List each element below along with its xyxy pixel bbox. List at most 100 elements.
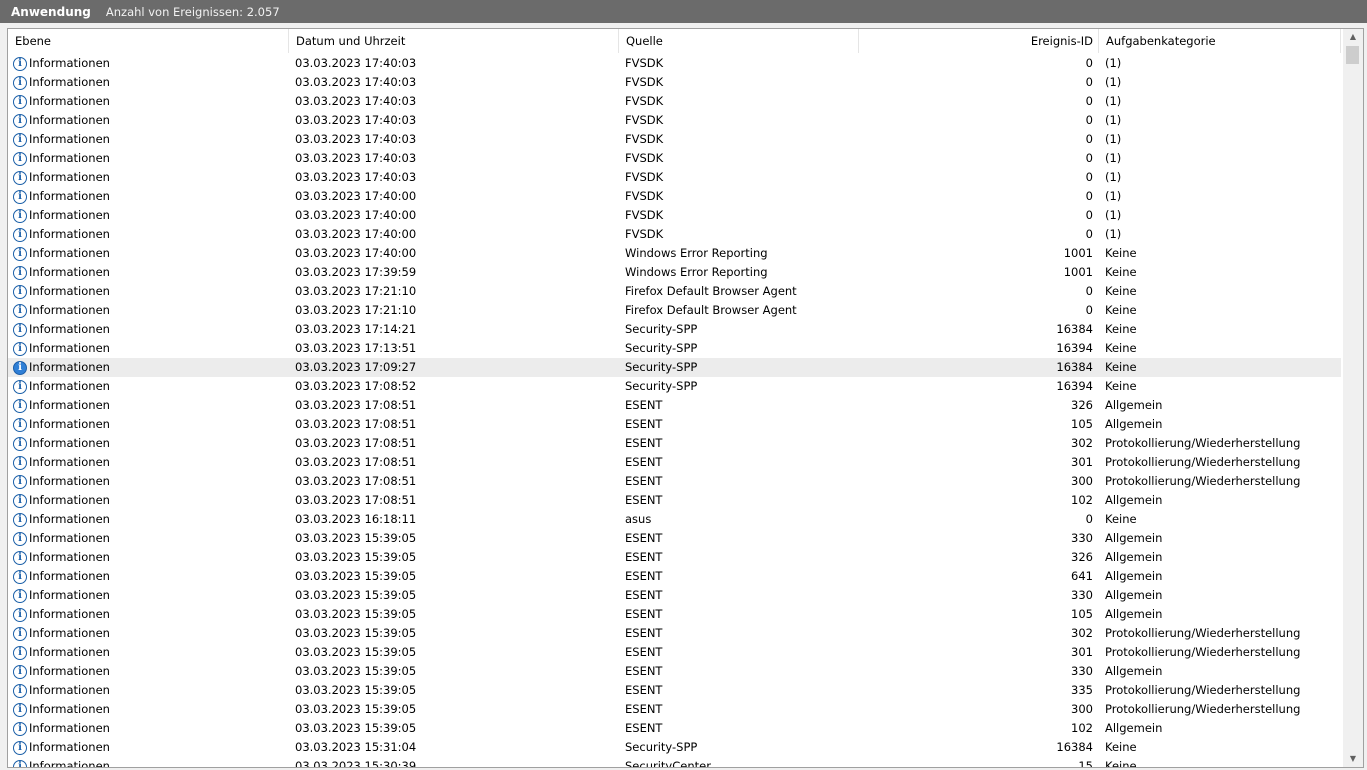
table-row[interactable]: i Informationen 03.03.2023 17:08:52 Securit…	[8, 377, 1341, 396]
level-label: Informationen	[29, 246, 110, 260]
table-row[interactable]: i Informationen 03.03.2023 17:21:10 Firefox…	[8, 301, 1341, 320]
level-cell: i Informationen	[13, 320, 288, 339]
table-row[interactable]: i Informationen 03.03.2023 15:30:39 Securit…	[8, 757, 1341, 768]
level-label: Informationen	[29, 303, 110, 317]
scrollbar-thumb[interactable]	[1346, 46, 1359, 64]
table-row[interactable]: i Informationen 03.03.2023 17:40:00 FVSDK 0 (…	[8, 206, 1341, 225]
event-id-cell: 16384	[1056, 740, 1093, 754]
table-row[interactable]: i Informationen 03.03.2023 17:40:03 FVSDK 0 (…	[8, 149, 1341, 168]
table-row[interactable]: i Informationen 03.03.2023 15:39:05 ESENT 33…	[8, 662, 1341, 681]
date-cell: 03.03.2023 17:40:03	[295, 56, 417, 70]
date-cell: 03.03.2023 15:30:39	[295, 759, 417, 768]
table-row[interactable]: i Informationen 03.03.2023 17:40:03 FVSDK 0 (…	[8, 111, 1341, 130]
source-cell: ESENT	[625, 531, 663, 545]
date-cell: 03.03.2023 17:40:03	[295, 94, 417, 108]
date-cell: 03.03.2023 17:21:10	[295, 303, 417, 317]
category-cell: Keine	[1105, 740, 1137, 754]
source-cell: Security-SPP	[625, 740, 698, 754]
info-icon: i	[13, 56, 27, 71]
table-row[interactable]: i Informationen 03.03.2023 17:39:59 Windows…	[8, 263, 1341, 282]
table-row[interactable]: i Informationen 03.03.2023 17:13:51 Securit…	[8, 339, 1341, 358]
level-label: Informationen	[29, 170, 110, 184]
source-cell: FVSDK	[625, 227, 664, 241]
table-row[interactable]: i Informationen 03.03.2023 17:08:51 ESENT 32…	[8, 396, 1341, 415]
table-row[interactable]: i Informationen 03.03.2023 15:39:05 ESENT 32…	[8, 548, 1341, 567]
category-cell: Protokollierung/Wiederherstellung	[1105, 626, 1301, 640]
info-icon: i	[13, 284, 27, 299]
category-cell: Allgemein	[1105, 569, 1163, 583]
table-row[interactable]: i Informationen 03.03.2023 17:40:03 FVSDK 0 (…	[8, 54, 1341, 73]
table-row[interactable]: i Informationen 03.03.2023 17:40:00 FVSDK 0 (…	[8, 225, 1341, 244]
source-cell: Security-SPP	[625, 379, 698, 393]
info-icon: i	[13, 474, 27, 489]
table-row[interactable]: i Informationen 03.03.2023 15:39:05 ESENT 30…	[8, 643, 1341, 662]
table-row[interactable]: i Informationen 03.03.2023 17:08:51 ESENT 30…	[8, 472, 1341, 491]
arrow-up-icon[interactable]: ▲	[1343, 29, 1363, 45]
level-label: Informationen	[29, 227, 110, 241]
table-row[interactable]: i Informationen 03.03.2023 15:31:04 Securit…	[8, 738, 1341, 757]
event-id-cell: 330	[1071, 531, 1093, 545]
table-row[interactable]: i Informationen 03.03.2023 17:40:00 FVSDK 0 (…	[8, 187, 1341, 206]
level-cell: i Informationen	[13, 567, 288, 586]
table-row[interactable]: i Informationen 03.03.2023 15:39:05 ESENT 64…	[8, 567, 1341, 586]
arrow-down-icon[interactable]: ▼	[1343, 751, 1363, 767]
column-header-date[interactable]: Datum und Uhrzeit	[289, 29, 619, 53]
level-cell: i Informationen	[13, 719, 288, 738]
category-cell: (1)	[1105, 132, 1122, 146]
info-icon: i	[13, 588, 27, 603]
level-label: Informationen	[29, 379, 110, 393]
source-cell: FVSDK	[625, 113, 664, 127]
category-cell: Keine	[1105, 759, 1137, 768]
table-row[interactable]: i Informationen 03.03.2023 17:14:21 Securit…	[8, 320, 1341, 339]
table-row[interactable]: i Informationen 03.03.2023 17:40:03 FVSDK 0 (…	[8, 92, 1341, 111]
date-cell: 03.03.2023 17:08:51	[295, 493, 417, 507]
vertical-scrollbar[interactable]: ▲ ▼	[1343, 29, 1363, 767]
event-id-cell: 16394	[1056, 379, 1093, 393]
table-row[interactable]: i Informationen 03.03.2023 15:39:05 ESENT 33…	[8, 681, 1341, 700]
date-cell: 03.03.2023 17:40:00	[295, 246, 417, 260]
date-cell: 03.03.2023 15:39:05	[295, 683, 417, 697]
event-id-cell: 102	[1071, 721, 1093, 735]
table-row[interactable]: i Informationen 03.03.2023 15:39:05 ESENT 10…	[8, 719, 1341, 738]
table-row[interactable]: i Informationen 03.03.2023 15:39:05 ESENT 30…	[8, 700, 1341, 719]
column-header-category[interactable]: Aufgabenkategorie	[1099, 29, 1341, 53]
info-icon: i	[13, 417, 27, 432]
table-row[interactable]: i Informationen 03.03.2023 17:08:51 ESENT 30…	[8, 434, 1341, 453]
table-row[interactable]: i Informationen 03.03.2023 17:09:27 Securit…	[8, 358, 1341, 377]
category-cell: (1)	[1105, 189, 1122, 203]
table-row[interactable]: i Informationen 03.03.2023 17:40:03 FVSDK 0 (…	[8, 168, 1341, 187]
source-cell: FVSDK	[625, 75, 664, 89]
table-row[interactable]: i Informationen 03.03.2023 15:39:05 ESENT 30…	[8, 624, 1341, 643]
table-row[interactable]: i Informationen 03.03.2023 17:08:51 ESENT 10…	[8, 491, 1341, 510]
column-header-event-id[interactable]: Ereignis-ID	[859, 29, 1099, 53]
column-header-level[interactable]: Ebene	[8, 29, 289, 53]
source-cell: FVSDK	[625, 132, 664, 146]
table-row[interactable]: i Informationen 03.03.2023 17:40:03 FVSDK 0 (…	[8, 73, 1341, 92]
level-cell: i Informationen	[13, 339, 288, 358]
table-row[interactable]: i Informationen 03.03.2023 15:39:05 ESENT 33…	[8, 586, 1341, 605]
title-bar: Anwendung Anzahl von Ereignissen: 2.057	[0, 0, 1367, 23]
level-cell: i Informationen	[13, 643, 288, 662]
table-row[interactable]: i Informationen 03.03.2023 17:08:51 ESENT 10…	[8, 415, 1341, 434]
category-cell: (1)	[1105, 113, 1122, 127]
level-cell: i Informationen	[13, 605, 288, 624]
date-cell: 03.03.2023 15:39:05	[295, 664, 417, 678]
info-icon: i	[13, 569, 27, 584]
table-row[interactable]: i Informationen 03.03.2023 17:21:10 Firefox…	[8, 282, 1341, 301]
level-cell: i Informationen	[13, 263, 288, 282]
info-icon: i	[13, 626, 27, 641]
table-row[interactable]: i Informationen 03.03.2023 15:39:05 ESENT 10…	[8, 605, 1341, 624]
date-cell: 03.03.2023 15:39:05	[295, 550, 417, 564]
table-row[interactable]: i Informationen 03.03.2023 15:39:05 ESENT 33…	[8, 529, 1341, 548]
table-row[interactable]: i Informationen 03.03.2023 17:08:51 ESENT 30…	[8, 453, 1341, 472]
table-row[interactable]: i Informationen 03.03.2023 16:18:11 asus 0 Ke…	[8, 510, 1341, 529]
table-row[interactable]: i Informationen 03.03.2023 17:40:00 Windows…	[8, 244, 1341, 263]
category-cell: Keine	[1105, 379, 1137, 393]
source-cell: FVSDK	[625, 170, 664, 184]
column-header-source[interactable]: Quelle	[619, 29, 859, 53]
category-cell: Keine	[1105, 360, 1137, 374]
date-cell: 03.03.2023 17:08:51	[295, 436, 417, 450]
category-cell: (1)	[1105, 151, 1122, 165]
table-row[interactable]: i Informationen 03.03.2023 17:40:03 FVSDK 0 (…	[8, 130, 1341, 149]
date-cell: 03.03.2023 17:40:03	[295, 151, 417, 165]
